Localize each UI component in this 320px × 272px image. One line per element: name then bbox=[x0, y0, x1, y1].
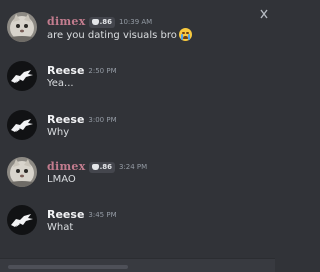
clan-tag-icon bbox=[91, 18, 99, 25]
message-content: are you dating visuals bro bbox=[47, 30, 177, 41]
timestamp: 2:50 PM bbox=[88, 67, 117, 75]
wolf-logo-icon bbox=[7, 110, 37, 140]
message-item[interactable]: dimex .86 3:24 PM LMAO bbox=[0, 157, 275, 201]
timestamp: 10:39 AM bbox=[118, 18, 153, 26]
message-text: What bbox=[47, 222, 74, 233]
cat-avatar-icon bbox=[7, 12, 37, 42]
wolf-logo-icon bbox=[7, 205, 37, 235]
author-name[interactable]: Reese bbox=[47, 113, 84, 126]
message-item[interactable]: Reese 2:50 PM Yea... bbox=[0, 61, 275, 105]
message-text: LMAO bbox=[47, 174, 76, 185]
author-name[interactable]: Reese bbox=[47, 64, 84, 77]
author-name[interactable]: dimex bbox=[47, 160, 86, 173]
message-composer[interactable] bbox=[0, 258, 275, 272]
clan-tag-label: .86 bbox=[99, 163, 112, 171]
message-item[interactable]: dimex .86 10:39 AM are you dating visuals … bbox=[0, 12, 275, 56]
avatar[interactable] bbox=[7, 205, 37, 235]
message-text: are you dating visuals bro bbox=[47, 28, 192, 43]
clan-tag-icon bbox=[91, 163, 99, 170]
message-item[interactable]: Reese 3:00 PM Why bbox=[0, 110, 275, 154]
composer-placeholder-bar bbox=[8, 265, 128, 269]
timestamp: 3:00 PM bbox=[88, 116, 117, 124]
chat-message-list: dimex .86 10:39 AM are you dating visuals … bbox=[0, 0, 275, 272]
avatar[interactable] bbox=[7, 12, 37, 42]
author-name[interactable]: dimex bbox=[47, 15, 86, 28]
avatar[interactable] bbox=[7, 110, 37, 140]
message-item[interactable]: Reese 3:45 PM What bbox=[0, 205, 275, 249]
message-text: Yea... bbox=[47, 78, 74, 89]
avatar[interactable] bbox=[7, 61, 37, 91]
cat-avatar-icon bbox=[7, 157, 37, 187]
timestamp: 3:45 PM bbox=[88, 211, 117, 219]
clan-tag[interactable]: .86 bbox=[88, 162, 115, 173]
message-text: Why bbox=[47, 127, 70, 138]
loudly-crying-face-icon bbox=[178, 28, 192, 41]
wolf-logo-icon bbox=[7, 61, 37, 91]
clan-tag[interactable]: .86 bbox=[88, 17, 115, 28]
author-name[interactable]: Reese bbox=[47, 208, 84, 221]
clan-tag-label: .86 bbox=[99, 18, 112, 26]
avatar[interactable] bbox=[7, 157, 37, 187]
timestamp: 3:24 PM bbox=[118, 163, 148, 171]
